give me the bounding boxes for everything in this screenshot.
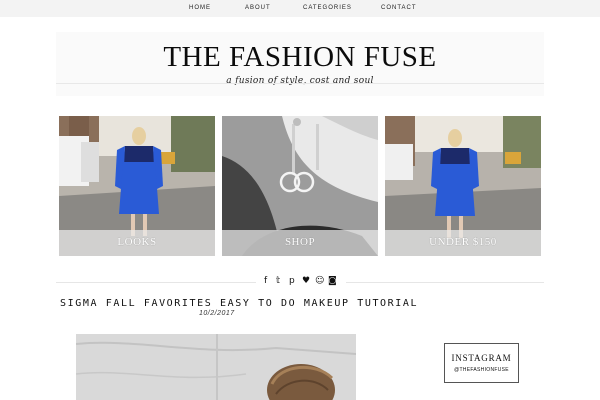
snapchat-icon[interactable]: ☺ xyxy=(315,276,324,286)
twitter-icon[interactable]: 𝕥 xyxy=(276,276,280,286)
feature-tile-under-150[interactable]: UNDER $150 xyxy=(385,116,541,256)
blog-title[interactable]: THE FASHION FUSE xyxy=(56,41,544,74)
tile-label-bar: SHOP xyxy=(222,230,378,256)
top-nav: HOME ABOUT CATEGORIES CONTACT xyxy=(0,0,600,17)
facebook-icon[interactable]: f xyxy=(264,276,267,286)
post-date: 10/2/2017 xyxy=(199,310,235,317)
instagram-widget[interactable]: INSTAGRAM @THEFASHIONFUSE xyxy=(444,343,519,383)
shop-label: SHOP xyxy=(284,236,316,248)
tile-label-bar: LOOKS xyxy=(59,230,215,256)
instagram-handle[interactable]: @THEFASHIONFUSE xyxy=(445,367,518,373)
nav-contact-link[interactable]: CONTACT xyxy=(381,5,417,11)
social-divider-right xyxy=(346,282,544,283)
heart-icon[interactable]: ♥ xyxy=(302,276,310,286)
social-divider-left xyxy=(56,282,256,283)
looks-label: LOOKS xyxy=(117,236,157,248)
nav-categories-link[interactable]: CATEGORIES xyxy=(303,5,352,11)
post-title[interactable]: SIGMA FALL FAVORITES EASY TO DO MAKEUP T… xyxy=(60,298,418,309)
feature-tile-looks[interactable]: LOOKS xyxy=(59,116,215,256)
feature-tile-shop[interactable]: SHOP xyxy=(222,116,378,256)
post-image[interactable] xyxy=(76,334,356,400)
social-icons: f 𝕥 p ♥ ☺ ◙ xyxy=(262,276,340,288)
nav-about-link[interactable]: ABOUT xyxy=(245,5,271,11)
pinterest-icon[interactable]: p xyxy=(289,276,295,286)
blog-header[interactable]: THE FASHION FUSE a fusion of style, cost… xyxy=(56,32,544,96)
under-150-label: UNDER $150 xyxy=(429,236,497,248)
instagram-title: INSTAGRAM xyxy=(451,353,512,363)
tile-label-bar: UNDER $150 xyxy=(385,230,541,256)
blog-tagline: a fusion of style, cost and soul xyxy=(226,76,374,86)
nav-home-link[interactable]: HOME xyxy=(189,5,211,11)
header-divider xyxy=(56,83,544,84)
instagram-icon[interactable]: ◙ xyxy=(328,276,337,286)
post-photo xyxy=(76,334,356,400)
